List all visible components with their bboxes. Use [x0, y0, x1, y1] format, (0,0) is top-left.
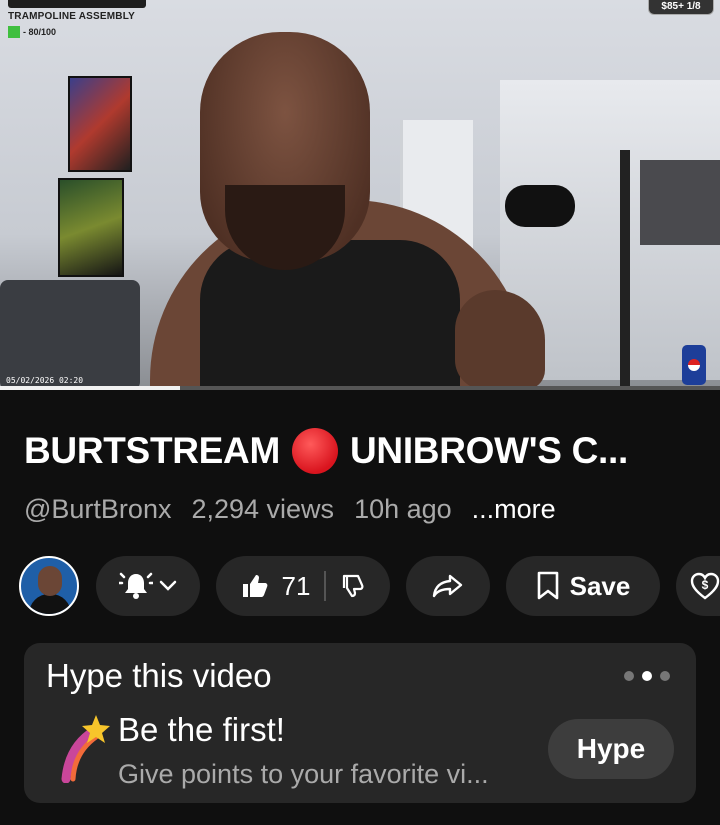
thumbs-up-icon	[242, 575, 267, 597]
hype-button[interactable]: Hype	[548, 719, 674, 779]
hype-card: Hype this video Be the first! Give point…	[24, 643, 696, 803]
channel-handle[interactable]: @BurtBronx	[24, 494, 171, 525]
video-progress-fill	[0, 386, 180, 390]
save-button[interactable]: Save	[506, 556, 660, 616]
video-title-part2: UNIBROW'S C...	[349, 430, 628, 471]
streamer-hand	[455, 290, 545, 390]
action-row: 71 Save $	[0, 556, 720, 618]
subscribe-notifications-button[interactable]	[96, 556, 200, 616]
overlay-goal-progress: - 80/100	[8, 26, 56, 38]
video-player[interactable]: TRAMPOLINE ASSEMBLY - 80/100 $85+ 1/8 05…	[0, 0, 720, 390]
avatar-face	[38, 566, 62, 596]
microphone	[505, 185, 575, 227]
video-title-part1: BURTSTREAM	[24, 430, 280, 471]
carousel-dots	[624, 671, 670, 681]
bookmark-icon	[537, 571, 558, 600]
wall-poster	[58, 178, 124, 277]
share-arrow-icon	[432, 574, 463, 598]
thanks-button[interactable]: $	[676, 556, 720, 616]
red-circle-icon	[291, 428, 338, 474]
couch	[0, 280, 140, 390]
save-label: Save	[569, 570, 631, 601]
upload-age: 10h ago	[354, 494, 452, 524]
like-count: 71	[281, 570, 311, 601]
heart-dollar-icon: $	[690, 572, 720, 600]
goal-indicator-icon	[8, 26, 20, 38]
bell-ring-icon	[119, 572, 153, 599]
avatar-shirt	[29, 594, 71, 614]
overlay-goal-count: - 80/100	[23, 27, 57, 37]
overlay-goal-title: TRAMPOLINE ASSEMBLY	[8, 11, 135, 22]
hype-heading: Hype this video	[46, 657, 272, 694]
share-button[interactable]	[406, 556, 490, 616]
dislike-button[interactable]	[326, 573, 366, 599]
view-count: 2,294 views	[191, 494, 335, 524]
channel-avatar[interactable]	[19, 556, 79, 616]
overlay-badge: $85+ 1/8	[648, 0, 714, 15]
wall-poster	[68, 76, 132, 172]
video-meta: @BurtBronx 2,294 views 10h ago ...more	[24, 494, 556, 525]
like-button[interactable]: 71	[240, 571, 325, 602]
video-title[interactable]: BURTSTREAM UNIBROW'S C...	[24, 428, 628, 474]
hype-line-1: Be the first!	[118, 711, 285, 748]
like-dislike-group: 71	[216, 556, 390, 616]
soda-can	[682, 345, 706, 385]
video-progress-bar[interactable]	[0, 386, 720, 390]
more-link[interactable]: ...more	[472, 494, 556, 525]
carousel-dot-active	[642, 671, 652, 681]
video-timestamp: 05/02/2026 02:20	[6, 376, 84, 385]
hype-line-2: Give points to your favorite vi...	[118, 759, 489, 789]
chevron-down-icon	[159, 580, 177, 591]
svg-text:$: $	[702, 578, 709, 592]
thumbs-down-icon	[343, 574, 364, 598]
shooting-star-icon	[61, 715, 110, 783]
carousel-dot	[660, 671, 670, 681]
mic-stand	[620, 150, 630, 390]
carousel-dot	[624, 671, 634, 681]
kitchen-cabinet	[640, 160, 720, 245]
streamer-tank-top	[200, 240, 460, 390]
overlay-strip	[8, 0, 146, 8]
